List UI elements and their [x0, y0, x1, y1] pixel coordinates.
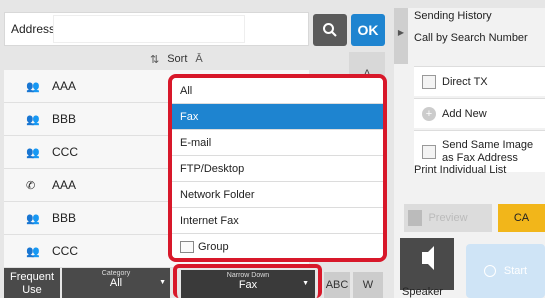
- right-panel: ▶ Sending History Call by Search Number …: [394, 8, 545, 298]
- ca-button[interactable]: CA: [498, 204, 545, 232]
- sort-alpha-icon[interactable]: Ā: [195, 53, 202, 65]
- dropdown-item-group[interactable]: Group: [172, 234, 383, 258]
- narrow-down-select[interactable]: Narrow Down Fax ▼: [181, 270, 315, 298]
- address-label: Address: [11, 22, 56, 36]
- category-select[interactable]: Category All ▼: [62, 268, 170, 298]
- frequent-use-button[interactable]: Frequent Use: [4, 268, 60, 298]
- chevron-down-icon: ▼: [302, 280, 309, 287]
- abc-tab-button[interactable]: ABC: [324, 272, 350, 298]
- add-new-button[interactable]: + Add New: [414, 98, 545, 128]
- send-same-image-line1: Send Same Image: [442, 138, 534, 151]
- chevron-down-icon: ▼: [159, 279, 166, 286]
- speaker-label: Speaker: [402, 286, 443, 298]
- list-item-name: CCC: [52, 145, 78, 159]
- w-tab-button[interactable]: W: [353, 272, 383, 298]
- start-icon: [483, 265, 496, 277]
- ok-button[interactable]: OK: [351, 14, 385, 46]
- list-item-name: BBB: [52, 112, 77, 126]
- category-value: All: [109, 277, 123, 289]
- group-icon: 👥: [26, 245, 40, 258]
- checkbox-icon: [422, 144, 436, 159]
- list-item-name: BBB: [52, 211, 77, 225]
- plus-icon: +: [422, 106, 436, 121]
- start-label: Start: [503, 265, 528, 277]
- sort-button[interactable]: Sort: [167, 53, 187, 65]
- phone-icon: ✆: [26, 179, 36, 192]
- group-checkbox-icon: [180, 240, 194, 253]
- group-icon: 👥: [26, 212, 40, 225]
- preview-button[interactable]: Preview: [404, 204, 492, 232]
- send-same-image-label: Send Same Image as Fax Address: [442, 139, 533, 165]
- dropdown-item-network-folder[interactable]: Network Folder: [172, 182, 383, 208]
- dropdown-item-email[interactable]: E-mail: [172, 130, 383, 156]
- narrow-down-dropdown: All Fax E-mail FTP/Desktop Network Folde…: [168, 74, 387, 262]
- group-icon: 👥: [26, 80, 40, 93]
- expand-panel-icon[interactable]: ▶: [394, 8, 408, 64]
- list-item-name: AAA: [52, 178, 77, 192]
- frequent-line1: Frequent: [9, 271, 55, 283]
- sort-row: ⇅ Sort Ā: [150, 48, 203, 70]
- print-individual-list-link[interactable]: Print Individual List: [414, 164, 506, 176]
- dropdown-item-all[interactable]: All: [172, 78, 383, 104]
- call-by-search-number-link[interactable]: Call by Search Number: [414, 32, 528, 44]
- dropdown-item-group-label: Group: [198, 240, 229, 253]
- app-frame: Address OK ⇅ Sort Ā 👥 AAA 👥 BBB 👥 CCC ✆ …: [0, 0, 545, 298]
- sending-history-link[interactable]: Sending History: [414, 10, 492, 22]
- address-bar: Address: [4, 12, 309, 46]
- narrow-down-highlight: Narrow Down Fax ▼: [173, 264, 322, 298]
- narrow-down-caption: Narrow Down: [226, 272, 270, 279]
- dropdown-item-ftp-desktop[interactable]: FTP/Desktop: [172, 156, 383, 182]
- search-icon: [323, 23, 337, 37]
- dropdown-item-fax[interactable]: Fax: [172, 104, 383, 130]
- direct-tx-button[interactable]: Direct TX: [414, 66, 545, 96]
- preview-icon: [408, 210, 422, 226]
- start-button[interactable]: Start: [466, 244, 545, 298]
- send-same-image-line2: as Fax Address: [442, 151, 518, 164]
- group-icon: 👥: [26, 113, 40, 126]
- bottom-bar: Frequent Use Category All ▼ Narrow Down …: [0, 264, 392, 298]
- list-item-name: AAA: [52, 79, 77, 93]
- checkbox-icon: [422, 74, 436, 89]
- dropdown-item-internet-fax[interactable]: Internet Fax: [172, 208, 383, 234]
- address-input[interactable]: [53, 15, 245, 43]
- category-caption: Category: [101, 270, 131, 277]
- speaker-button[interactable]: [400, 238, 454, 290]
- frequent-line2: Use: [22, 284, 42, 296]
- narrow-down-value: Fax: [238, 279, 258, 291]
- direct-tx-label: Direct TX: [442, 75, 488, 88]
- list-item-name: CCC: [52, 244, 78, 258]
- preview-label: Preview: [428, 212, 468, 224]
- sort-order-icon[interactable]: ⇅: [150, 53, 159, 66]
- speaker-icon: [422, 246, 434, 270]
- group-icon: 👥: [26, 146, 40, 159]
- add-new-label: Add New: [442, 107, 487, 120]
- search-button[interactable]: [313, 14, 347, 46]
